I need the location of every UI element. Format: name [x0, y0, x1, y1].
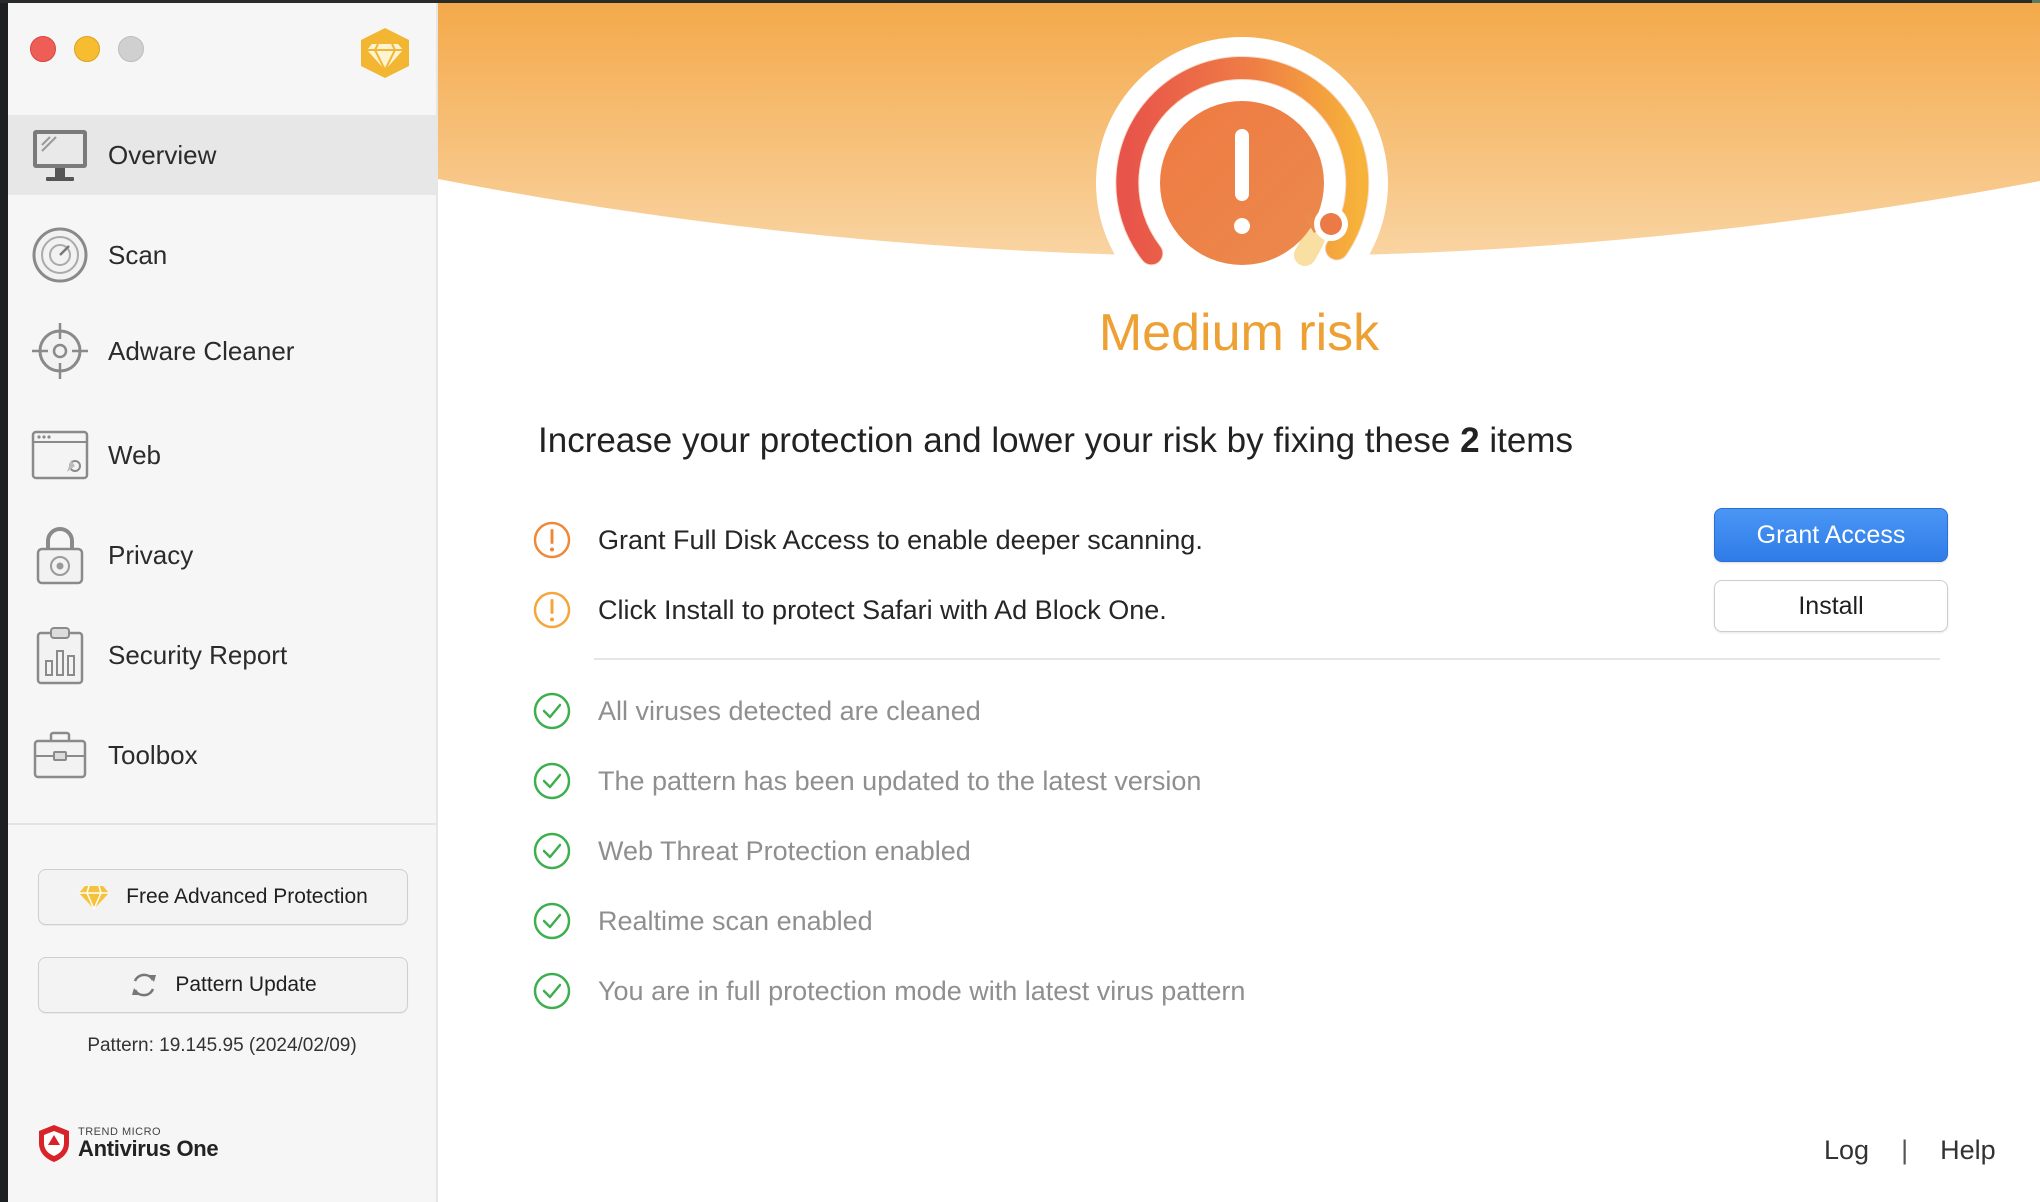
- lock-icon: [30, 525, 90, 585]
- diamond-icon: [79, 885, 110, 910]
- app-window: Overview Scan Adware Cleaner Web Privacy…: [8, 3, 2040, 1202]
- install-button[interactable]: Install: [1714, 580, 1948, 632]
- check-circle-icon: [533, 762, 571, 800]
- status-ok-item: Realtime scan enabled: [532, 896, 1932, 946]
- log-link[interactable]: Log: [1824, 1135, 1869, 1166]
- zoom-window-button[interactable]: [118, 36, 144, 62]
- sidebar-item-label: Security Report: [108, 639, 288, 670]
- sidebar-item-scan[interactable]: Scan: [8, 215, 436, 295]
- status-ok-item: You are in full protection mode with lat…: [532, 966, 1932, 1016]
- headline-suffix: items: [1479, 421, 1573, 460]
- status-ok-text: The pattern has been updated to the late…: [598, 765, 1202, 796]
- brand-product: Antivirus One: [78, 1135, 219, 1161]
- check-circle-icon: [533, 832, 571, 870]
- pattern-update-label: Pattern Update: [175, 973, 317, 996]
- check-circle-icon: [533, 902, 571, 940]
- crosshair-icon: [30, 321, 90, 381]
- monitor-icon: [30, 125, 90, 185]
- help-link[interactable]: Help: [1940, 1135, 1996, 1166]
- risk-gauge: [1096, 37, 1388, 273]
- sidebar-item-overview[interactable]: Overview: [8, 115, 436, 195]
- check-circle-icon: [533, 692, 571, 730]
- pattern-update-button[interactable]: Pattern Update: [38, 957, 408, 1013]
- sidebar-item-web[interactable]: Web: [8, 415, 436, 495]
- status-ok-text: You are in full protection mode with lat…: [598, 975, 1246, 1006]
- section-divider: [594, 658, 1940, 660]
- toolbox-icon: [30, 725, 90, 785]
- sidebar-item-toolbox[interactable]: Toolbox: [8, 715, 436, 795]
- minimize-window-button[interactable]: [74, 36, 100, 62]
- footer-links: Log | Help: [1824, 1135, 1996, 1166]
- shield-logo-icon: [39, 1125, 69, 1162]
- protection-headline: Increase your protection and lower your …: [538, 421, 1573, 461]
- check-circle-icon: [533, 972, 571, 1010]
- status-ok-item: All viruses detected are cleaned: [532, 686, 1932, 736]
- sidebar-item-privacy[interactable]: Privacy: [8, 515, 436, 595]
- scan-icon: [30, 225, 90, 285]
- status-ok-text: All viruses detected are cleaned: [598, 695, 981, 726]
- pattern-version-text: Pattern: 19.145.95 (2024/02/09): [87, 1035, 357, 1056]
- warning-icon: [533, 521, 571, 559]
- status-ok-text: Web Threat Protection enabled: [598, 835, 971, 866]
- main-panel: Medium risk Increase your protection and…: [438, 3, 2040, 1202]
- sidebar-item-label: Toolbox: [108, 739, 198, 770]
- free-advanced-protection-label: Free Advanced Protection: [126, 885, 368, 908]
- report-chart-icon: [30, 625, 90, 685]
- sidebar-item-label: Web: [108, 439, 161, 470]
- refresh-icon: [132, 973, 157, 997]
- status-ok-text: Realtime scan enabled: [598, 905, 873, 936]
- sidebar-item-security-report[interactable]: Security Report: [8, 615, 436, 695]
- close-window-button[interactable]: [30, 36, 56, 62]
- warning-text: Grant Full Disk Access to enable deeper …: [598, 524, 1203, 555]
- sidebar-item-label: Adware Cleaner: [108, 335, 295, 366]
- grant-access-button[interactable]: Grant Access: [1714, 508, 1948, 562]
- status-ok-item: The pattern has been updated to the late…: [532, 756, 1932, 806]
- sidebar: Overview Scan Adware Cleaner Web Privacy…: [8, 3, 438, 1202]
- warning-text: Click Install to protect Safari with Ad …: [598, 594, 1167, 625]
- sidebar-item-label: Overview: [108, 139, 217, 170]
- risk-level-title: Medium risk: [1098, 304, 1380, 362]
- sidebar-item-adware-cleaner[interactable]: Adware Cleaner: [8, 311, 436, 391]
- diamond-icon[interactable]: [356, 25, 414, 81]
- status-ok-item: Web Threat Protection enabled: [532, 826, 1932, 876]
- sidebar-item-label: Scan: [108, 239, 168, 270]
- issue-count: 2: [1460, 421, 1480, 460]
- browser-window-icon: [30, 425, 90, 485]
- headline-text: Increase your protection and lower your …: [538, 421, 1461, 460]
- brand-logo: TREND MICRO Antivirus One: [36, 1123, 219, 1163]
- sidebar-item-label: Privacy: [108, 539, 194, 570]
- sidebar-divider: [8, 823, 436, 825]
- warning-icon: [533, 591, 571, 629]
- footer-separator: |: [1901, 1135, 1909, 1165]
- free-advanced-protection-button[interactable]: Free Advanced Protection: [38, 869, 408, 925]
